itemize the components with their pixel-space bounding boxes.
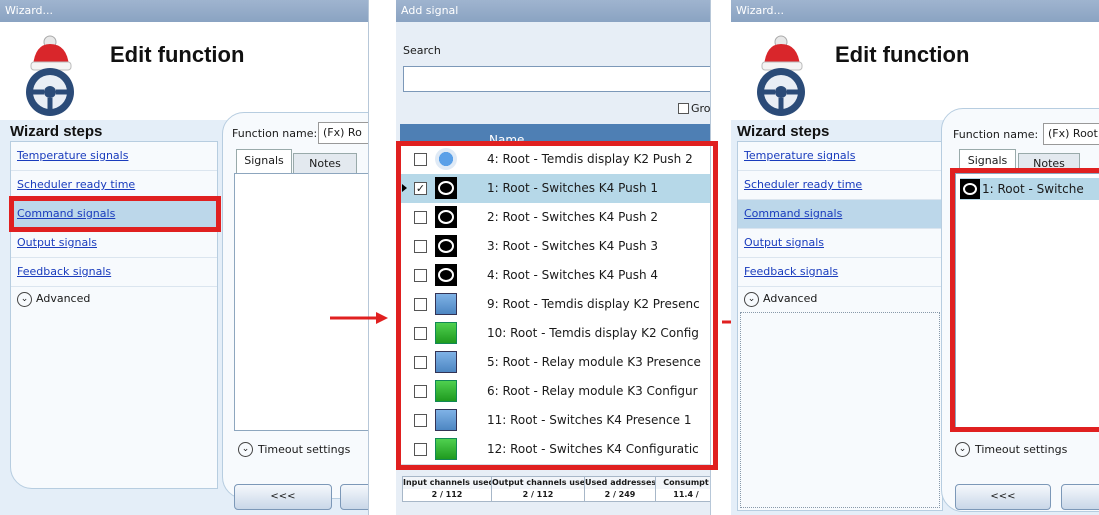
- highlight-command-signals: [9, 196, 221, 232]
- highlight-signal-list: [396, 141, 718, 470]
- chevron-down-icon: ⌄: [17, 291, 32, 307]
- advanced-label: Advanced: [763, 292, 818, 305]
- group-label: Grou: [691, 102, 711, 115]
- function-name-label: Function name:: [953, 128, 1039, 141]
- advanced-content-area: [740, 312, 940, 508]
- left-wizard-window: Wizard... Edit function Wizard steps Tem…: [0, 0, 369, 515]
- wizard-hat-steering-logo: [26, 35, 74, 116]
- next-button[interactable]: [340, 484, 368, 510]
- page-title: Edit function: [835, 42, 970, 67]
- back-button[interactable]: <<<: [234, 484, 332, 510]
- step-feedback-signals[interactable]: Feedback signals: [738, 258, 942, 287]
- checkbox[interactable]: [678, 103, 689, 114]
- window-title: Wizard...: [731, 0, 1099, 22]
- wizard-header: Edit function: [0, 22, 368, 120]
- wizard-hat-steering-logo: [757, 35, 805, 116]
- group-checkbox[interactable]: Grou: [678, 102, 711, 115]
- timeout-settings-expander[interactable]: ⌄ Timeout settings: [955, 442, 1067, 457]
- usage-stats: Input channels used 2 / 112 Output chann…: [402, 476, 710, 502]
- wizard-steps-title: Wizard steps: [10, 123, 103, 140]
- timeout-label: Timeout settings: [975, 443, 1068, 456]
- advanced-expander[interactable]: ⌄ Advanced: [738, 287, 942, 311]
- stat-output-channels: Output channels used 2 / 112: [491, 476, 585, 502]
- wizard-steps-list: Temperature signals Scheduler ready time…: [737, 141, 943, 511]
- step-scheduler-ready-time[interactable]: Scheduler ready time: [738, 171, 942, 200]
- window-title: Add signal: [396, 0, 710, 22]
- chevron-down-icon: ⌄: [955, 442, 970, 457]
- step-temperature-signals[interactable]: Temperature signals: [738, 142, 942, 171]
- step-feedback-signals[interactable]: Feedback signals: [11, 258, 217, 287]
- page-title: Edit function: [110, 42, 245, 67]
- step-output-signals[interactable]: Output signals: [11, 229, 217, 258]
- wizard-steps-title: Wizard steps: [737, 123, 830, 140]
- signals-list-area[interactable]: [234, 173, 368, 431]
- function-name-label: Function name:: [232, 127, 318, 140]
- chevron-down-icon: ⌄: [744, 291, 759, 307]
- next-button[interactable]: [1061, 484, 1099, 510]
- search-input[interactable]: [403, 66, 710, 92]
- tab-signals[interactable]: Signals: [236, 149, 292, 174]
- step-command-signals[interactable]: Command signals: [738, 200, 942, 229]
- wizard-header: Edit function: [731, 22, 1099, 120]
- advanced-label: Advanced: [36, 292, 91, 305]
- timeout-settings-expander[interactable]: ⌄ Timeout settings: [238, 442, 350, 457]
- stat-used-addresses: Used addresses 2 / 249: [584, 476, 656, 502]
- wizard-steps-list: Temperature signals Scheduler ready time…: [10, 141, 218, 489]
- highlight-added-signal: [950, 168, 1099, 432]
- stat-input-channels: Input channels used 2 / 112: [402, 476, 492, 502]
- function-name-input[interactable]: (Fx) Root: [1043, 123, 1099, 145]
- timeout-label: Timeout settings: [258, 443, 351, 456]
- arrow-right-icon: [330, 312, 388, 324]
- step-temperature-signals[interactable]: Temperature signals: [11, 142, 217, 171]
- function-name-input[interactable]: (Fx) Ro: [318, 122, 368, 144]
- step-output-signals[interactable]: Output signals: [738, 229, 942, 258]
- advanced-expander[interactable]: ⌄ Advanced: [11, 287, 217, 311]
- window-title: Wizard...: [0, 0, 368, 22]
- back-button[interactable]: <<<: [955, 484, 1051, 510]
- search-label: Search: [403, 44, 441, 57]
- stat-consumption: Consumpt 11.4 /: [655, 476, 710, 502]
- tab-notes[interactable]: Notes: [293, 153, 357, 175]
- chevron-down-icon: ⌄: [238, 442, 253, 457]
